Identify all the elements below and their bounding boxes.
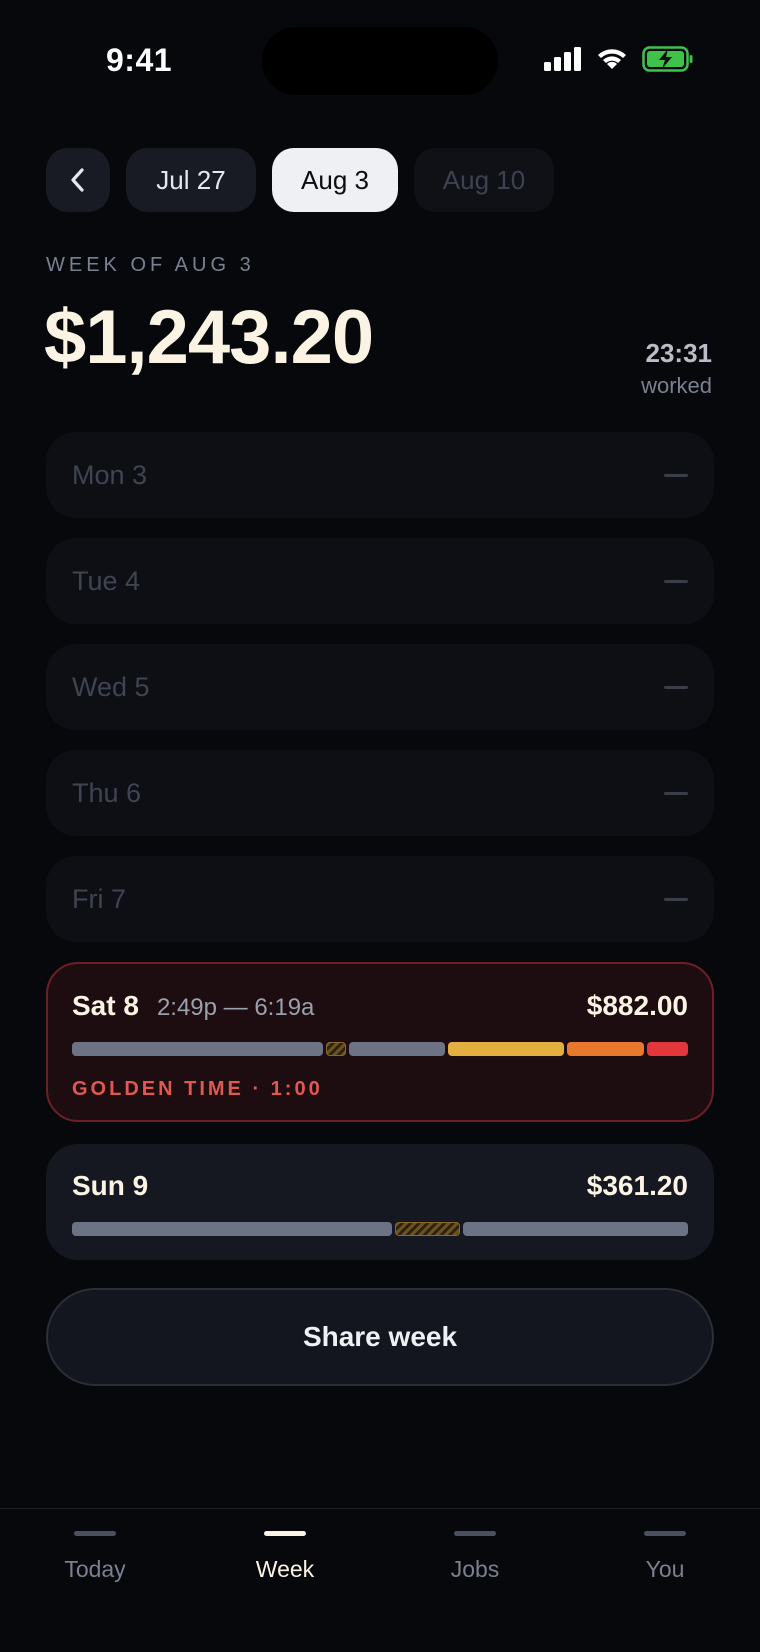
tab-label: Jobs (450, 1556, 500, 1582)
dynamic-island (262, 27, 498, 95)
day-row-fri[interactable]: Fri 7 (46, 856, 714, 942)
segment-break (326, 1042, 346, 1056)
day-name: Mon 3 (72, 459, 148, 490)
card-header: Sun 9 $361.20 (72, 1170, 688, 1202)
tab-indicator (644, 1531, 686, 1536)
card-title-group: Sat 8 2:49p — 6:19a (72, 990, 314, 1022)
segment-regular (349, 1042, 445, 1056)
cellular-signal-icon (544, 47, 581, 71)
empty-dash (664, 473, 688, 477)
segment-regular (72, 1042, 323, 1056)
shift-timeline-bar (72, 1222, 688, 1236)
segment-regular (72, 1222, 392, 1236)
tab-label: Week (255, 1556, 315, 1582)
day-amount: $882.00 (586, 990, 688, 1021)
card-day-name: Sun 9 (72, 1170, 149, 1201)
tab-indicator (74, 1531, 116, 1536)
chevron-left-icon (71, 168, 84, 192)
worked-label: worked (641, 373, 712, 398)
day-card-sat[interactable]: Sat 8 2:49p — 6:19a $882.00 GOLDEN TIME ·… (46, 962, 714, 1122)
worked-summary: 23:31 worked (641, 338, 712, 399)
worked-hours: 23:31 (645, 338, 713, 368)
tab-today[interactable]: Today (0, 1509, 190, 1652)
day-name: Fri 7 (72, 883, 126, 914)
day-name: Tue 4 (72, 565, 141, 596)
back-button[interactable] (46, 148, 110, 212)
tab-indicator (264, 1531, 306, 1536)
wifi-icon (598, 49, 626, 69)
tab-indicator (454, 1531, 496, 1536)
segment-break (395, 1222, 460, 1236)
tab-week[interactable]: Week (190, 1509, 380, 1652)
segment-golden-time (647, 1042, 688, 1056)
week-tab-current[interactable]: Aug 3 (272, 148, 398, 212)
tab-bar: Today Week Jobs You (0, 1508, 760, 1652)
tab-label: You (645, 1556, 685, 1582)
week-navigation: Jul 27 Aug 3 Aug 10 (46, 148, 554, 212)
week-label: WEEK OF AUG 3 (46, 254, 255, 276)
segment-double-time (567, 1042, 644, 1056)
day-amount: $361.20 (586, 1170, 688, 1201)
day-row-wed[interactable]: Wed 5 (46, 644, 714, 730)
shift-timeline-bar (72, 1042, 688, 1056)
empty-dash (664, 685, 688, 689)
battery-charging-icon (642, 46, 693, 72)
day-name: Wed 5 (72, 671, 150, 702)
tab-you[interactable]: You (570, 1509, 760, 1652)
week-tab-next[interactable]: Aug 10 (414, 148, 554, 212)
empty-dash (664, 791, 688, 795)
week-tab-prev[interactable]: Jul 27 (126, 148, 256, 212)
week-screen: 9:41 Jul 27 Aug 3 Aug 10 WEEK OF AUG 3 $… (0, 0, 760, 1652)
empty-dash (664, 897, 688, 901)
segment-overtime (448, 1042, 564, 1056)
day-row-tue[interactable]: Tue 4 (46, 538, 714, 624)
empty-dash (664, 579, 688, 583)
day-name: Thu 6 (72, 777, 142, 808)
day-row-mon[interactable]: Mon 3 (46, 432, 714, 518)
day-row-thu[interactable]: Thu 6 (46, 750, 714, 836)
golden-time-note: GOLDEN TIME · 1:00 (72, 1078, 323, 1100)
tab-jobs[interactable]: Jobs (380, 1509, 570, 1652)
day-card-sun[interactable]: Sun 9 $361.20 (46, 1144, 714, 1260)
shift-time-range: 2:49p — 6:19a (156, 994, 315, 1021)
card-header: Sat 8 2:49p — 6:19a $882.00 (72, 990, 688, 1022)
segment-regular (463, 1222, 688, 1236)
status-time: 9:41 (106, 42, 173, 78)
share-week-button[interactable]: Share week (46, 1288, 714, 1386)
status-icons (544, 46, 694, 72)
tab-label: Today (64, 1556, 126, 1582)
card-day-name: Sat 8 (72, 990, 139, 1021)
week-total: $1,243.20 (44, 295, 374, 380)
